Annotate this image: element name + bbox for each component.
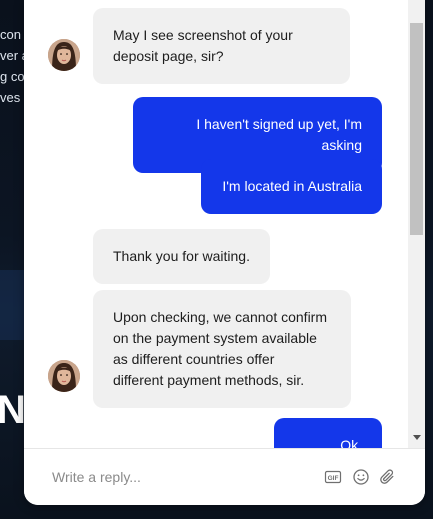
chat-widget: May I see screenshot of your deposit pag… [24, 0, 425, 505]
emoji-icon [353, 469, 369, 485]
reply-composer: GIF [24, 448, 425, 505]
background-text-line: g co [0, 69, 24, 84]
agent-message: Thank you for waiting. [93, 229, 270, 284]
background-banner [0, 270, 24, 340]
message-line: Ok, thanks. [340, 437, 362, 448]
message-line: on the payment system available [113, 330, 317, 346]
agent-avatar-icon [48, 39, 80, 71]
scrollbar-thumb[interactable] [410, 23, 423, 235]
background-text-line: ver a [0, 48, 24, 63]
gif-icon: GIF [324, 470, 342, 484]
background-text-line: con [0, 27, 21, 42]
message-line: as different countries offer [113, 351, 275, 367]
gif-button[interactable]: GIF [324, 468, 342, 486]
agent-message: Upon checking, we cannot confirm on the … [93, 290, 351, 408]
message-line: I haven't signed up yet, I'm asking [196, 116, 362, 153]
background-text-line: ves [0, 90, 21, 105]
agent-message: May I see screenshot of your deposit pag… [93, 8, 350, 84]
user-message: I'm located in Australia [201, 159, 382, 214]
message-list[interactable]: May I see screenshot of your deposit pag… [24, 0, 408, 448]
message-scrollbar[interactable] [408, 0, 425, 448]
paperclip-icon [380, 469, 394, 484]
attach-file-button[interactable] [379, 468, 397, 486]
agent-avatar [48, 39, 80, 71]
reply-input[interactable] [52, 465, 312, 489]
gif-label: GIF [328, 475, 339, 482]
message-line: deposit page, sir? [113, 48, 224, 64]
message-line: Upon checking, we cannot confirm [113, 309, 327, 325]
background-hero-heading: Ni [0, 388, 24, 432]
message-line: I'm located in Australia [222, 178, 362, 194]
scroll-down-arrow-icon[interactable] [413, 435, 421, 440]
emoji-button[interactable] [352, 468, 370, 486]
user-message: Ok, thanks. [274, 418, 382, 448]
agent-avatar-icon [48, 360, 80, 392]
message-line: Thank you for waiting. [113, 248, 250, 264]
message-line: May I see screenshot of your [113, 27, 293, 43]
agent-avatar [48, 360, 80, 392]
message-line: different payment methods, sir. [113, 372, 305, 388]
